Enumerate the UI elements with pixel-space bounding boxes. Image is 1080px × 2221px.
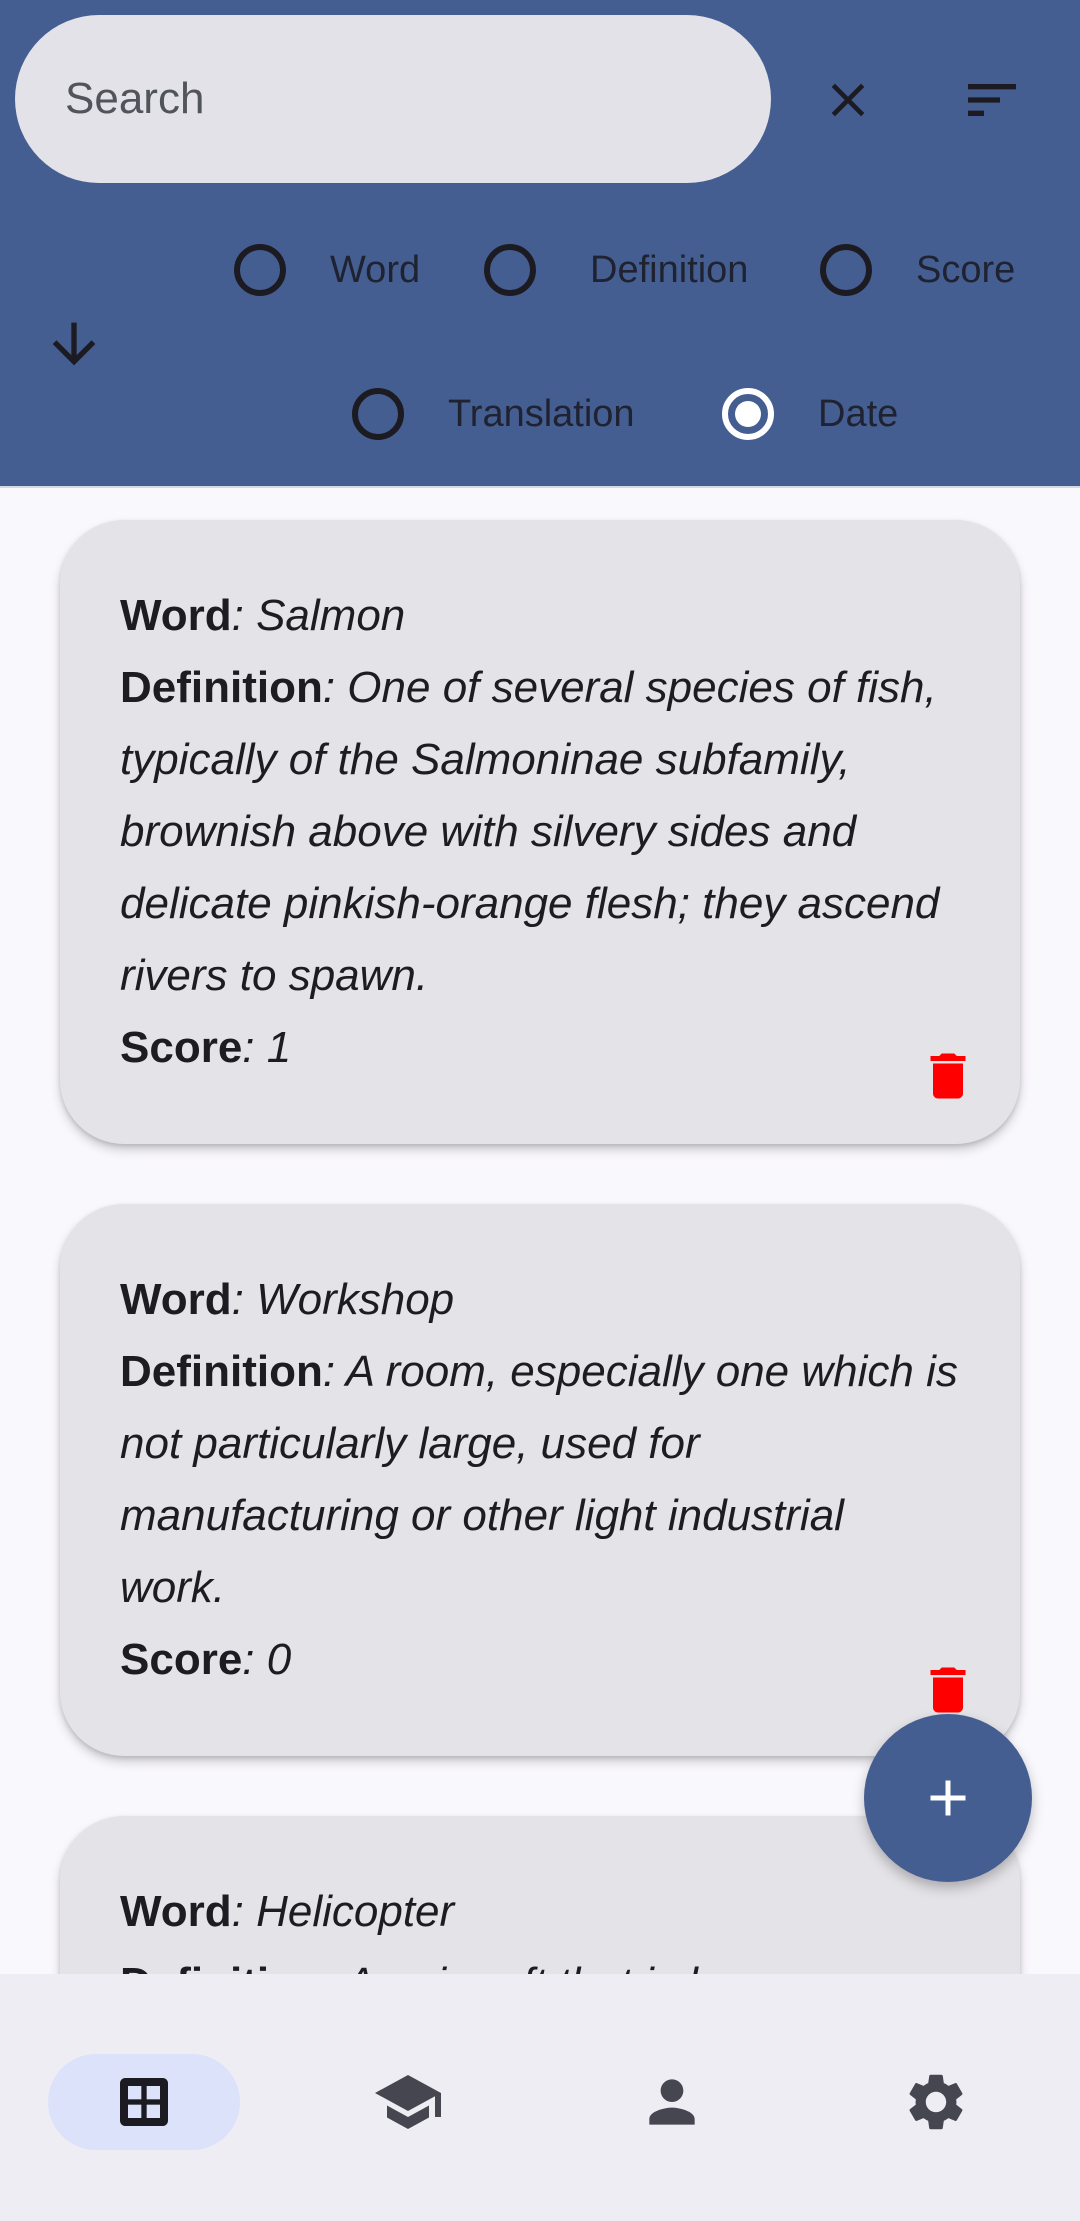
grid-icon [120,2078,168,2126]
search-bar[interactable] [15,15,771,183]
sort-option-date[interactable]: Date [722,374,898,454]
trash-icon [930,1053,966,1099]
bottom-navigation [0,1974,1080,2221]
sort-direction-button[interactable] [34,304,114,384]
clear-search-button[interactable] [808,60,888,140]
word-row: Word: Helicopter [120,1887,455,1936]
gear-icon [909,2074,963,2130]
definition-row: Definition: One of several species of fi… [120,663,940,1000]
graduation-cap-icon [375,2075,441,2129]
score-row: Score: 1 [120,1023,292,1072]
sort-option-label: Translation [448,392,635,435]
word-card[interactable]: Word: Workshop Definition: A room, espec… [60,1204,1020,1756]
nav-item-settings[interactable] [840,2054,1032,2150]
add-word-button[interactable] [864,1714,1032,1882]
word-row: Word: Salmon [120,591,406,640]
arrow-down-icon [52,322,96,366]
definition-row: Definition: An aircraft that is borne [120,1948,960,1974]
close-icon [831,83,865,117]
sort-option-label: Definition [590,248,749,291]
score-row: Score: 0 [120,1635,292,1684]
radio-button-translation[interactable] [352,388,404,440]
person-icon [649,2079,695,2125]
delete-button[interactable] [918,1040,978,1112]
plus-icon [930,1780,966,1816]
sort-option-word[interactable]: Word [234,230,420,310]
sort-menu-button[interactable] [952,60,1032,140]
radio-button-definition[interactable] [484,244,536,296]
word-row: Word: Workshop [120,1275,455,1324]
sort-option-definition[interactable]: Definition [484,230,748,310]
radio-button-date[interactable] [722,388,774,440]
app-header: Word Definition Score Translation Date [0,0,1080,488]
nav-item-dashboard[interactable] [48,2054,240,2150]
sort-option-translation[interactable]: Translation [352,374,635,454]
sort-option-label: Score [916,248,1016,291]
sort-option-label: Date [818,392,899,435]
radio-button-score[interactable] [820,244,872,296]
sort-option-label: Word [330,248,421,291]
sort-lines-icon [968,84,1016,116]
search-input[interactable] [63,73,707,125]
definition-row: Definition: A room, especially one which… [120,1347,958,1612]
nav-item-profile[interactable] [576,2054,768,2150]
word-card[interactable]: Word: Salmon Definition: One of several … [60,520,1020,1144]
sort-option-score[interactable]: Score [820,230,1015,310]
nav-item-learn[interactable] [312,2054,504,2150]
radio-button-word[interactable] [234,244,286,296]
